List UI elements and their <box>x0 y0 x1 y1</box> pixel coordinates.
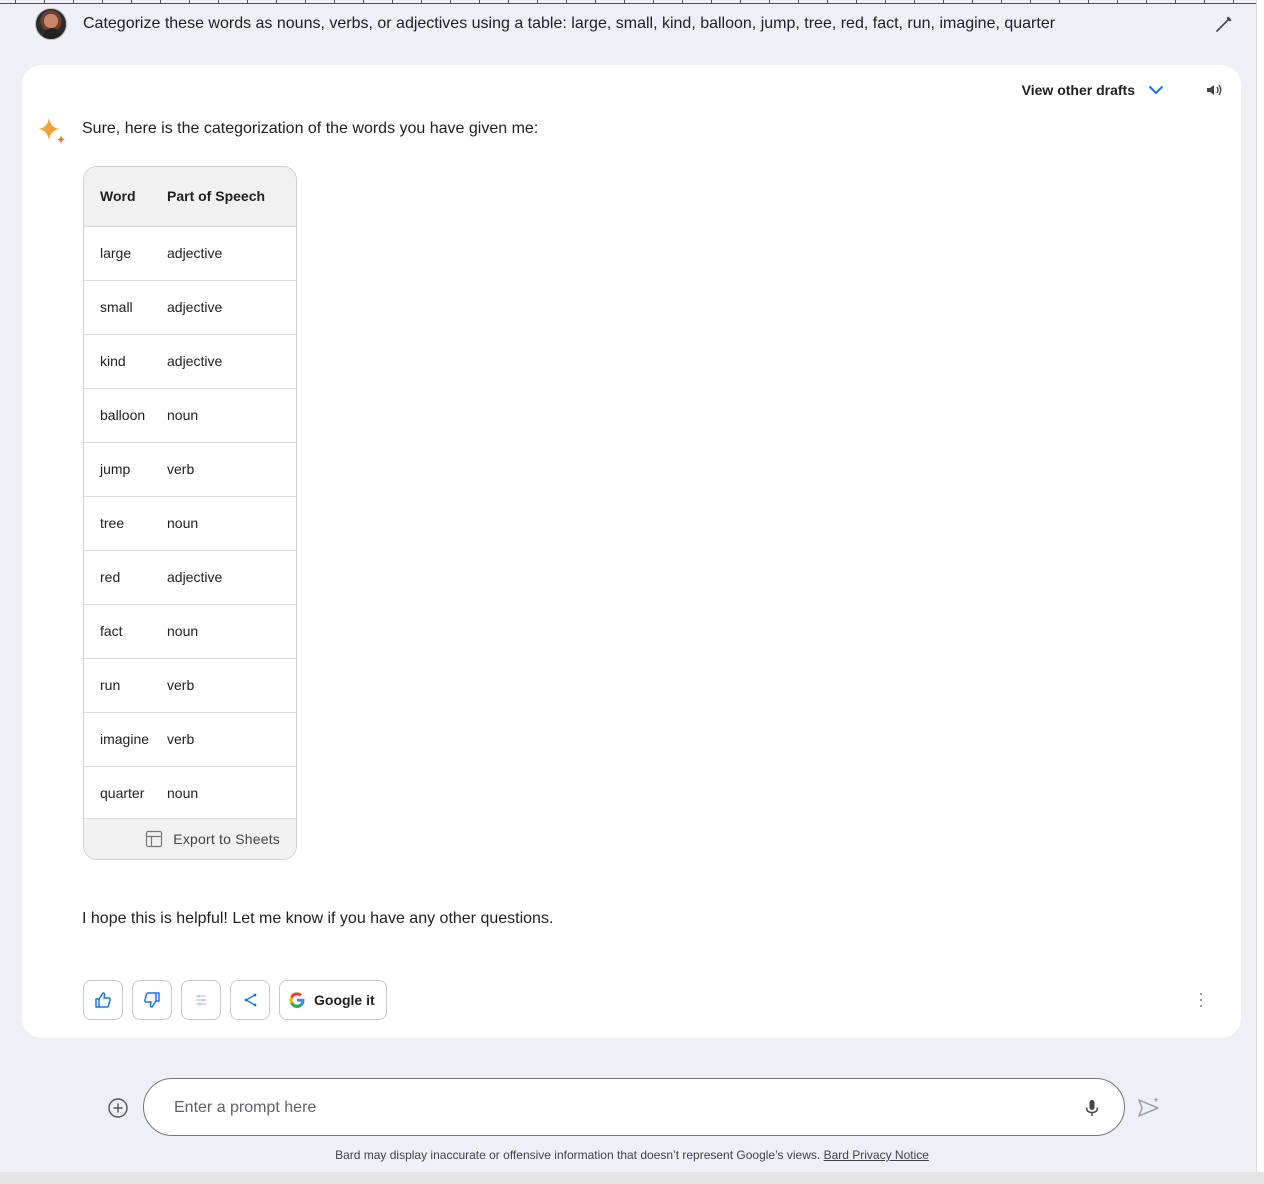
column-header-part-of-speech: Part of Speech <box>167 188 266 205</box>
part-of-speech-cell: noun <box>167 785 199 802</box>
part-of-speech-cell: verb <box>167 461 195 477</box>
tune-icon <box>196 994 206 1006</box>
table-row: fact noun <box>84 604 296 658</box>
mic-icon[interactable] <box>1082 1097 1102 1119</box>
table-row: jump verb <box>84 442 296 496</box>
table-row: kind adjective <box>84 334 296 388</box>
word-cell: quarter <box>100 785 145 802</box>
export-to-sheets-button[interactable]: Export to Sheets <box>84 818 296 859</box>
part-of-speech-cell: verb <box>167 731 195 747</box>
sheets-icon <box>146 830 163 848</box>
response-outro: I hope this is helpful! Let me know if y… <box>82 910 554 927</box>
word-cell: small <box>100 299 133 315</box>
part-of-speech-cell: adjective <box>167 569 223 585</box>
modify-response-button[interactable] <box>181 980 221 1020</box>
prompt-input-container <box>143 1078 1125 1136</box>
response-card: View other drafts Sure, here is the cate… <box>22 65 1241 1038</box>
thumbs-down-icon <box>144 992 160 1008</box>
privacy-notice-link[interactable]: Bard Privacy Notice <box>824 1148 929 1162</box>
table-row: small adjective <box>84 280 296 334</box>
more-vert-icon[interactable] <box>1191 990 1211 1010</box>
word-cell: imagine <box>100 731 150 747</box>
table-row: balloon noun <box>84 388 296 442</box>
column-header-word: Word <box>100 188 136 205</box>
response-intro: Sure, here is the categorization of the … <box>82 120 539 137</box>
part-of-speech-cell: noun <box>167 623 199 639</box>
part-of-speech-cell: adjective <box>167 353 223 369</box>
response-actions: Google it <box>83 980 387 1020</box>
footer-disclaimer: Bard may display inaccurate or offensive… <box>0 1148 1264 1162</box>
table-row: red adjective <box>84 550 296 604</box>
part-of-speech-cell: verb <box>167 677 195 693</box>
word-cell: large <box>100 245 132 261</box>
table-row: tree noun <box>84 496 296 550</box>
export-to-sheets-label: Export to Sheets <box>173 831 280 847</box>
word-cell: red <box>100 569 121 585</box>
part-of-speech-cell: adjective <box>167 299 223 315</box>
prompt-input[interactable] <box>174 1095 1054 1121</box>
word-cell: run <box>100 677 121 693</box>
word-cell: fact <box>100 623 123 639</box>
view-other-drafts-label: View other drafts <box>1021 82 1135 98</box>
word-cell: kind <box>100 353 126 369</box>
part-of-speech-cell: noun <box>167 515 199 531</box>
part-of-speech-cell: adjective <box>167 245 223 261</box>
part-of-speech-cell: noun <box>167 407 199 423</box>
speaker-icon[interactable] <box>1203 79 1225 101</box>
word-cell: tree <box>100 515 125 531</box>
word-table: Word Part of Speech large adjective small… <box>83 166 297 860</box>
share-button[interactable] <box>230 980 270 1020</box>
table-row: large adjective <box>84 226 296 280</box>
add-circle-icon[interactable] <box>107 1097 129 1119</box>
chevron-down-icon <box>1149 86 1163 94</box>
table-row: run verb <box>84 658 296 712</box>
send-icon[interactable] <box>1136 1096 1162 1120</box>
view-other-drafts-button[interactable]: View other drafts <box>1022 81 1165 99</box>
disclaimer-text: Bard may display inaccurate or offensive… <box>335 1148 821 1162</box>
thumbs-down-button[interactable] <box>132 980 172 1020</box>
table-row: imagine verb <box>84 712 296 766</box>
google-it-label: Google it <box>314 992 375 1008</box>
user-prompt-row: Categorize these words as nouns, verbs, … <box>22 4 1256 46</box>
google-it-button[interactable]: Google it <box>279 980 387 1020</box>
google-icon <box>289 992 305 1008</box>
word-cell: balloon <box>100 407 146 423</box>
sparkle-icon <box>38 117 65 144</box>
thumbs-up-button[interactable] <box>83 980 123 1020</box>
window-edge <box>1256 0 1264 1184</box>
table-header-row: Word Part of Speech <box>84 167 296 226</box>
word-cell: jump <box>100 461 131 477</box>
share-icon <box>244 993 257 1007</box>
thumbs-up-icon <box>95 992 111 1008</box>
table-row: quarter noun <box>84 766 296 820</box>
avatar <box>35 8 67 40</box>
edit-icon[interactable] <box>1214 14 1234 34</box>
bottom-band <box>0 1172 1264 1184</box>
user-prompt-text: Categorize these words as nouns, verbs, … <box>83 15 1056 32</box>
